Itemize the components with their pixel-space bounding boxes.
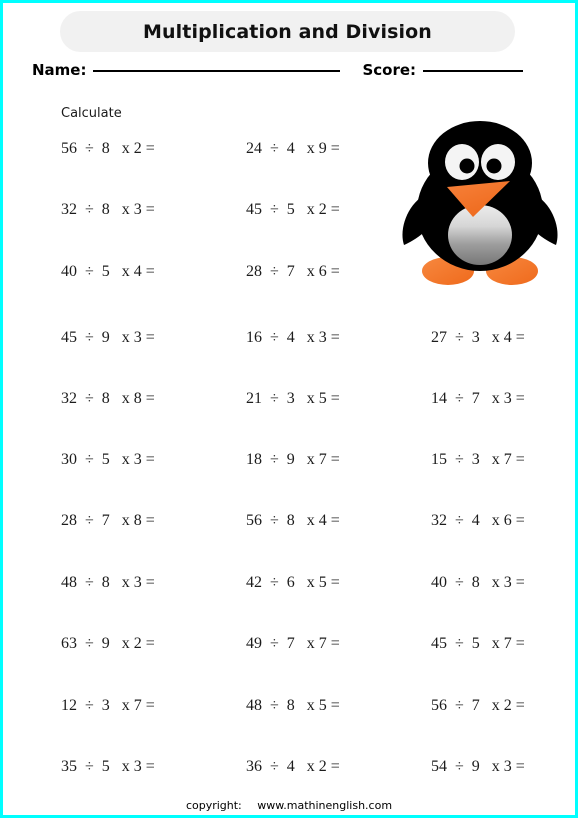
problem-item[interactable]: 27 ÷ 3 x 4 =	[431, 329, 525, 347]
problem-item[interactable]: 63 ÷ 9 x 2 =	[61, 635, 155, 653]
problem-item[interactable]: 45 ÷ 5 x 2 =	[246, 201, 340, 219]
penguin-illustration	[400, 119, 560, 294]
problem-item[interactable]: 56 ÷ 8 x 4 =	[246, 512, 340, 530]
problem-item[interactable]: 36 ÷ 4 x 2 =	[246, 758, 340, 776]
name-input-line[interactable]	[93, 69, 341, 72]
problem-item[interactable]: 30 ÷ 5 x 3 =	[61, 451, 155, 469]
problem-item[interactable]: 28 ÷ 7 x 8 =	[61, 512, 155, 530]
problem-item[interactable]: 16 ÷ 4 x 3 =	[246, 329, 340, 347]
problem-item[interactable]: 18 ÷ 9 x 7 =	[246, 451, 340, 469]
name-score-row: Name: Score:	[32, 61, 552, 85]
problem-item[interactable]: 45 ÷ 9 x 3 =	[61, 329, 155, 347]
penguin-left-pupil	[459, 158, 475, 174]
penguin-belly	[448, 205, 512, 265]
penguin-right-pupil	[486, 158, 502, 174]
problem-item[interactable]: 21 ÷ 3 x 5 =	[246, 390, 340, 408]
copyright-label: copyright:	[185, 799, 242, 812]
problem-item[interactable]: 14 ÷ 7 x 3 =	[431, 390, 525, 408]
score-input-line[interactable]	[423, 69, 524, 72]
title-banner: Multiplication and Division	[60, 11, 515, 52]
instruction-label: Calculate	[61, 106, 122, 121]
website-url: www.mathinenglish.com	[257, 799, 393, 812]
name-label: Name:	[32, 61, 87, 79]
problem-item[interactable]: 42 ÷ 6 x 5 =	[246, 574, 340, 592]
problem-item[interactable]: 28 ÷ 7 x 6 =	[246, 263, 340, 281]
problem-item[interactable]: 15 ÷ 3 x 7 =	[431, 451, 525, 469]
problem-item[interactable]: 45 ÷ 5 x 7 =	[431, 635, 525, 653]
footer: copyright: www.mathinenglish.com	[3, 799, 575, 812]
problem-item[interactable]: 40 ÷ 8 x 3 =	[431, 574, 525, 592]
problem-item[interactable]: 12 ÷ 3 x 7 =	[61, 697, 155, 715]
problem-item[interactable]: 56 ÷ 8 x 2 =	[61, 140, 155, 158]
page-title: Multiplication and Division	[143, 20, 432, 43]
problem-item[interactable]: 32 ÷ 8 x 8 =	[61, 390, 155, 408]
worksheet-page: Multiplication and Division Name: Score:…	[0, 0, 578, 818]
problem-item[interactable]: 32 ÷ 4 x 6 =	[431, 512, 525, 530]
problem-item[interactable]: 32 ÷ 8 x 3 =	[61, 201, 155, 219]
problem-item[interactable]: 40 ÷ 5 x 4 =	[61, 263, 155, 281]
score-label: Score:	[362, 61, 417, 79]
problem-item[interactable]: 56 ÷ 7 x 2 =	[431, 697, 525, 715]
problem-item[interactable]: 54 ÷ 9 x 3 =	[431, 758, 525, 776]
penguin-icon	[402, 121, 558, 285]
problem-item[interactable]: 49 ÷ 7 x 7 =	[246, 635, 340, 653]
problem-item[interactable]: 48 ÷ 8 x 5 =	[246, 697, 340, 715]
problem-item[interactable]: 35 ÷ 5 x 3 =	[61, 758, 155, 776]
problem-item[interactable]: 48 ÷ 8 x 3 =	[61, 574, 155, 592]
problem-item[interactable]: 24 ÷ 4 x 9 =	[246, 140, 340, 158]
